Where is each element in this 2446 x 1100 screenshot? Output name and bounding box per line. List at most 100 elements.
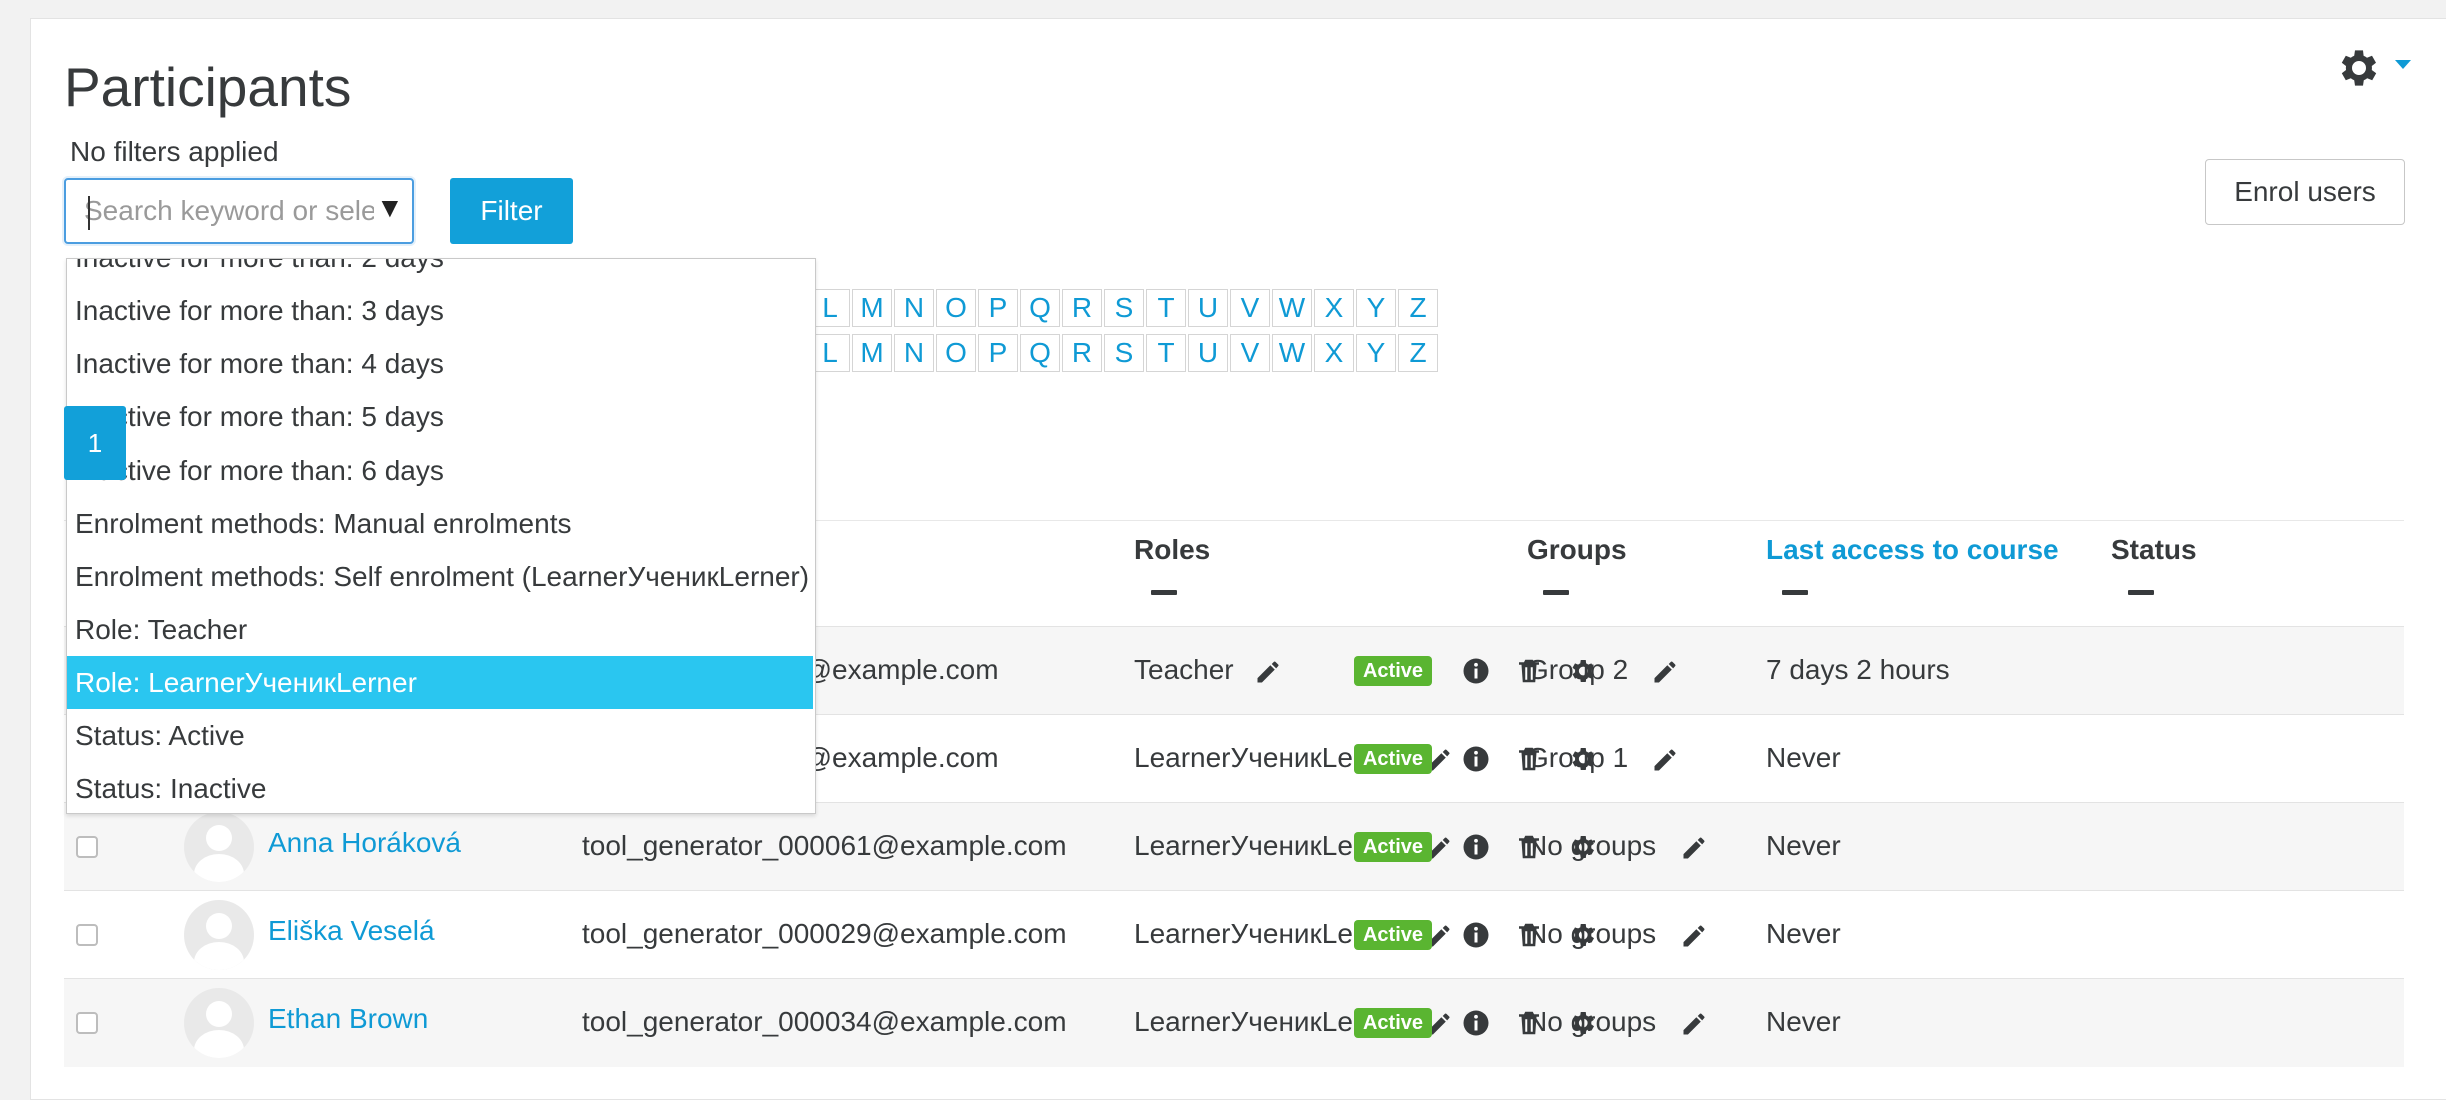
dropdown-arrow-icon[interactable]: ▼ <box>376 192 404 224</box>
collapse-column-icon[interactable] <box>1543 590 1569 595</box>
collapse-column-icon[interactable] <box>1151 590 1177 595</box>
user-name-link[interactable]: Ethan Brown <box>268 1003 428 1035</box>
role-cell: Teacher <box>1134 654 1234 685</box>
pencil-icon[interactable] <box>1651 746 1679 774</box>
row-select-checkbox[interactable] <box>76 836 98 858</box>
filters-status: No filters applied <box>70 136 279 167</box>
last-access-cell: Never <box>1766 742 1841 773</box>
row-select-checkbox[interactable] <box>76 1012 98 1034</box>
search-input-wrapper[interactable]: ▼ <box>64 178 414 244</box>
dropdown-option[interactable]: Status: Active <box>67 709 813 762</box>
dropdown-option[interactable]: Inactive for more than: 3 days <box>67 284 813 337</box>
pencil-icon[interactable] <box>1254 658 1282 686</box>
initial-letter[interactable]: L <box>810 289 850 327</box>
page-title: Participants <box>64 56 352 118</box>
initial-letter[interactable]: X <box>1314 289 1354 327</box>
initial-letter[interactable]: Q <box>1020 289 1060 327</box>
dropdown-option[interactable]: Enrolment methods: Manual enrolments <box>67 497 813 550</box>
trash-icon[interactable] <box>1514 920 1544 950</box>
firstname-initials-bar: L M N O P Q R S T U V W X Y Z <box>810 289 1440 327</box>
initial-letter[interactable]: S <box>1104 289 1144 327</box>
initial-letter[interactable]: S <box>1104 334 1144 372</box>
avatar[interactable] <box>184 900 254 970</box>
email-cell: tool_generator_000034@example.com <box>582 1006 1067 1037</box>
dropdown-option-selected[interactable]: Role: LearnerУченикLerner <box>67 656 813 709</box>
initial-letter[interactable]: U <box>1188 289 1228 327</box>
collapse-column-icon[interactable] <box>1782 590 1808 595</box>
chevron-down-icon[interactable] <box>2395 60 2411 69</box>
user-name-link[interactable]: Eliška Veselá <box>268 915 435 947</box>
initial-letter[interactable]: V <box>1230 334 1270 372</box>
initial-letter[interactable]: P <box>978 334 1018 372</box>
initial-letter[interactable]: O <box>936 334 976 372</box>
initial-letter[interactable]: W <box>1272 289 1312 327</box>
initial-letter[interactable]: Y <box>1356 334 1396 372</box>
gear-icon[interactable] <box>1567 744 1597 774</box>
filter-button[interactable]: Filter <box>450 178 573 244</box>
trash-icon[interactable] <box>1514 1008 1544 1038</box>
info-icon[interactable] <box>1461 832 1491 862</box>
initial-letter[interactable]: T <box>1146 289 1186 327</box>
avatar[interactable] <box>184 988 254 1058</box>
collapse-column-icon[interactable] <box>2128 590 2154 595</box>
table-row: Ethan Brown tool_generator_000034@exampl… <box>64 978 2404 1067</box>
initial-letter[interactable]: R <box>1062 334 1102 372</box>
pencil-icon[interactable] <box>1651 658 1679 686</box>
row-select-checkbox[interactable] <box>76 924 98 946</box>
trash-icon[interactable] <box>1514 656 1544 686</box>
gear-icon[interactable] <box>1567 1008 1597 1038</box>
table-row: Eliška Veselá tool_generator_000029@exam… <box>64 890 2404 979</box>
initial-letter[interactable]: N <box>894 334 934 372</box>
dropdown-option[interactable]: Status: Inactive <box>67 762 813 813</box>
dropdown-option[interactable]: Role: Teacher <box>67 603 813 656</box>
search-input[interactable] <box>84 190 374 232</box>
last-access-cell: Never <box>1766 918 1841 949</box>
initial-letter[interactable]: M <box>852 334 892 372</box>
pencil-icon[interactable] <box>1680 1010 1708 1038</box>
status-badge: Active <box>1354 832 1432 862</box>
enrol-users-button[interactable]: Enrol users <box>2205 159 2405 225</box>
initial-letter[interactable]: W <box>1272 334 1312 372</box>
initial-letter[interactable]: M <box>852 289 892 327</box>
gear-icon[interactable] <box>1567 832 1597 862</box>
pagination-page-1[interactable]: 1 <box>64 406 126 480</box>
user-name-link[interactable]: Anna Horáková <box>268 827 461 859</box>
trash-icon[interactable] <box>1514 744 1544 774</box>
dropdown-option[interactable]: Inactive for more than: 4 days <box>67 337 813 390</box>
initial-letter[interactable]: O <box>936 289 976 327</box>
pencil-icon[interactable] <box>1680 922 1708 950</box>
gear-icon[interactable] <box>2333 44 2381 92</box>
initial-letter[interactable]: N <box>894 289 934 327</box>
gear-icon[interactable] <box>1567 920 1597 950</box>
dropdown-option[interactable]: Inactive for more than: 6 days <box>67 444 813 497</box>
info-icon[interactable] <box>1461 920 1491 950</box>
avatar[interactable] <box>184 812 254 882</box>
column-header-roles[interactable]: Roles <box>1134 534 1210 566</box>
column-header-groups[interactable]: Groups <box>1527 534 1627 566</box>
initial-letter[interactable]: T <box>1146 334 1186 372</box>
text-caret <box>88 196 90 230</box>
dropdown-option[interactable]: Inactive for more than: 2 days <box>67 259 813 284</box>
gear-icon[interactable] <box>1567 656 1597 686</box>
info-icon[interactable] <box>1461 744 1491 774</box>
trash-icon[interactable] <box>1514 832 1544 862</box>
dropdown-option[interactable]: Inactive for more than: 5 days <box>67 390 813 443</box>
initial-letter[interactable]: Z <box>1398 289 1438 327</box>
initial-letter[interactable]: U <box>1188 334 1228 372</box>
dropdown-option[interactable]: Enrolment methods: Self enrolment (Learn… <box>67 550 813 603</box>
initial-letter[interactable]: P <box>978 289 1018 327</box>
column-header-last-access[interactable]: Last access to course <box>1766 534 2059 566</box>
initial-letter[interactable]: V <box>1230 289 1270 327</box>
initial-letter[interactable]: Z <box>1398 334 1438 372</box>
info-icon[interactable] <box>1461 1008 1491 1038</box>
pencil-icon[interactable] <box>1680 834 1708 862</box>
column-header-status[interactable]: Status <box>2111 534 2197 566</box>
info-icon[interactable] <box>1461 656 1491 686</box>
initial-letter[interactable]: X <box>1314 334 1354 372</box>
initial-letter[interactable]: Y <box>1356 289 1396 327</box>
initial-letter[interactable]: L <box>810 334 850 372</box>
status-badge: Active <box>1354 656 1432 686</box>
initial-letter[interactable]: R <box>1062 289 1102 327</box>
initial-letter[interactable]: Q <box>1020 334 1060 372</box>
filter-options-dropdown[interactable]: Inactive for more than: 2 days Inactive … <box>66 258 816 814</box>
